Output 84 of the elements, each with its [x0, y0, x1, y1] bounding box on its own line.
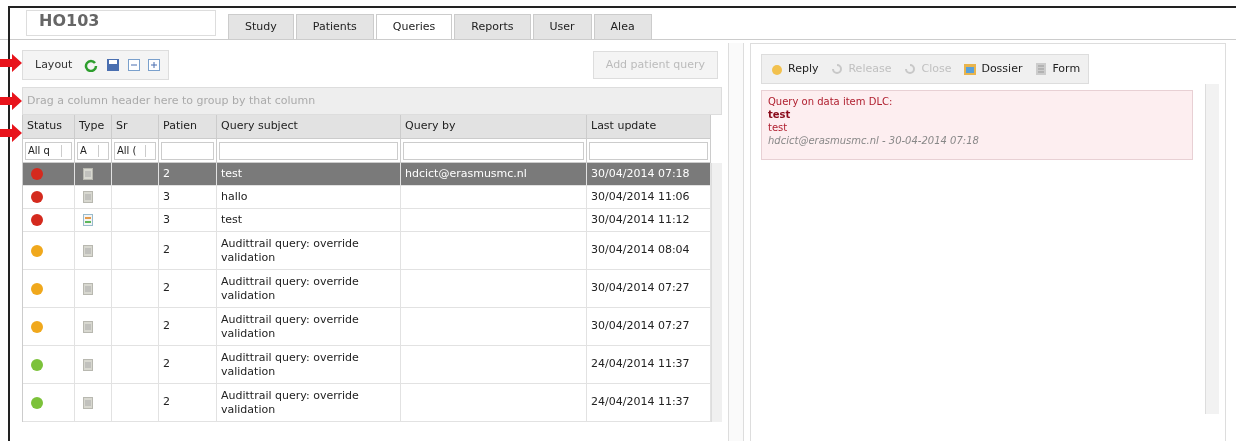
form-icon	[1034, 62, 1049, 76]
document-icon	[83, 168, 93, 180]
filter-field[interactable]	[403, 141, 584, 160]
column-header[interactable]: Sr	[112, 115, 159, 138]
table-row[interactable]: 2 Audittrail query: override validation 24/04/2014 11:37	[23, 384, 711, 422]
arrow-icon	[0, 54, 22, 72]
table-cell: 2	[163, 242, 170, 259]
filter-field[interactable]	[161, 141, 214, 160]
table-row[interactable]: 3 hallo 30/04/2014 11:06	[23, 186, 711, 209]
collapse-icon[interactable]	[128, 59, 141, 71]
scrollbar[interactable]	[1205, 84, 1219, 414]
table-cell-text: 30/04/2014 11:06	[591, 188, 690, 205]
message-heading: Query on data item DLC:	[768, 95, 894, 108]
arrow-icon	[0, 124, 22, 142]
table-cell: 30/04/2014 07:27	[591, 318, 690, 335]
table-cell: 2	[163, 394, 170, 411]
table-cell-text: hallo	[221, 190, 249, 204]
table-cell-text: hdcict@erasmusmc.nl	[405, 165, 527, 182]
document-icon	[83, 396, 93, 409]
table-row[interactable]: 2 test hdcict@erasmusmc.nl 30/04/2014 07:18	[23, 163, 711, 186]
tab[interactable]: Patients	[295, 14, 374, 39]
table-row[interactable]: 3 test 30/04/2014 11:12	[23, 209, 711, 232]
tab[interactable]: Study	[228, 14, 294, 39]
action-button[interactable]: Reply	[770, 60, 819, 78]
table-cell-text: 3	[163, 188, 170, 205]
table-row[interactable]: 2 Audittrail query: override validation 30/04/2014 07:27	[23, 308, 711, 346]
table-cell-text: Audittrail query: override validation	[221, 388, 360, 417]
table-row[interactable]: 2 Audittrail query: override validation 24/04/2014 11:37	[23, 346, 711, 384]
table-cell: 30/04/2014 07:27	[591, 280, 690, 297]
column-header[interactable]: Query by	[401, 115, 587, 138]
table-cell: 24/04/2014 11:37	[591, 356, 690, 373]
group-panel: Drag a column header here to group by that column	[22, 87, 722, 115]
table-cell: 2	[163, 318, 170, 335]
tab[interactable]: Reports	[454, 14, 531, 39]
column-header[interactable]: Type	[75, 115, 112, 138]
document-icon	[83, 282, 93, 295]
column-header[interactable]: Status	[23, 115, 75, 138]
refresh-icon[interactable]	[84, 58, 99, 72]
message-signature: hdcict@erasmusmc.nl - 30-04-2014 07:18	[768, 134, 980, 147]
filter-dropdown[interactable]: A	[77, 141, 109, 160]
folder-icon	[963, 62, 978, 76]
table-cell-text: Audittrail query: override validation	[221, 312, 360, 341]
splitter[interactable]	[728, 43, 744, 441]
reply-icon	[770, 62, 784, 76]
column-header[interactable]: Patien	[159, 115, 217, 138]
column-header[interactable]: Last update	[587, 115, 711, 138]
document-icon	[83, 191, 93, 203]
layout-button[interactable]: Layout	[31, 56, 77, 74]
expand-icon[interactable]	[148, 59, 161, 71]
tab[interactable]: User	[532, 14, 592, 39]
table-cell-text: 3	[163, 211, 170, 228]
action-button[interactable]: Form	[1034, 60, 1081, 78]
table-cell: 30/04/2014 08:04	[591, 242, 690, 259]
action-button[interactable]: Dossier	[963, 60, 1023, 78]
table-cell-text: Audittrail query: override validation	[221, 236, 360, 265]
save-icon[interactable]	[106, 58, 121, 72]
document-icon	[83, 320, 93, 333]
table-row[interactable]: 2 Audittrail query: override validation 30/04/2014 07:27	[23, 270, 711, 308]
tab[interactable]: Alea	[593, 14, 652, 39]
table-cell-text: test	[221, 213, 244, 227]
table-cell: 2	[163, 280, 170, 297]
table-cell: 24/04/2014 11:37	[591, 394, 690, 411]
arrow-icon	[0, 92, 22, 110]
table-row[interactable]: 2 Audittrail query: override validation 30/04/2014 08:04	[23, 232, 711, 270]
filter-dropdown[interactable]: All (	[114, 141, 156, 160]
message-body: test	[768, 121, 789, 134]
filter-dropdown[interactable]: All q	[25, 141, 72, 160]
scrollbar[interactable]	[711, 163, 722, 422]
table-cell-text: test	[221, 167, 244, 181]
filter-field[interactable]	[219, 141, 398, 160]
document-icon	[83, 244, 93, 257]
form-icon	[83, 214, 93, 226]
table-cell-text: 30/04/2014 07:18	[591, 165, 690, 182]
table-cell-text: Audittrail query: override validation	[221, 274, 360, 303]
column-header[interactable]: Query subject	[217, 115, 401, 138]
table-cell-text: 30/04/2014 11:12	[591, 211, 690, 228]
filter-field[interactable]	[589, 141, 708, 160]
table-cell-text: Audittrail query: override validation	[221, 350, 360, 379]
message-subject: test	[768, 108, 792, 121]
table-cell-text: 2	[163, 165, 170, 182]
tab[interactable]: Queries	[375, 14, 453, 39]
table-cell: 2	[163, 356, 170, 373]
study-title: HO103	[26, 10, 216, 36]
document-icon	[83, 358, 93, 371]
